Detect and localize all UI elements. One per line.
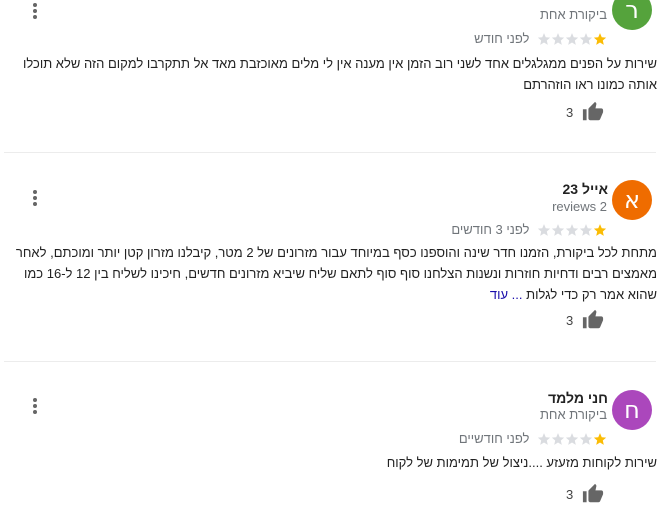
like-button[interactable]: 3 (566, 309, 604, 333)
star-rating (537, 31, 607, 47)
reviewer-name[interactable]: חני מלמד (548, 390, 608, 406)
like-count: 3 (566, 312, 574, 328)
review-text: מתחת לכל ביקורת, הזמנו חדר שינה והוספנו … (5, 242, 657, 305)
star-filled-icon (593, 224, 607, 237)
divider (4, 361, 656, 362)
star-empty-icon (537, 433, 551, 446)
review-date: לפני חודש (474, 31, 530, 47)
star-empty-icon (579, 33, 593, 46)
review-body: שירות לקוחות מזעזע ....ניצול של תמימות ש… (386, 455, 657, 470)
review-date: לפני 3 חודשים (451, 222, 530, 238)
avatar[interactable]: א (612, 180, 652, 220)
star-filled-icon (593, 33, 607, 46)
star-empty-icon (537, 33, 551, 46)
star-empty-icon (565, 33, 579, 46)
like-count: 3 (566, 104, 574, 120)
like-count: 3 (566, 486, 574, 502)
rating-row: לפני חודשיים (459, 430, 607, 446)
reviewer-name[interactable]: אייל 23 (563, 181, 608, 197)
star-empty-icon (579, 433, 593, 446)
more-options-icon[interactable] (30, 2, 40, 20)
divider (4, 152, 656, 153)
thumbs-up-icon (582, 101, 603, 121)
star-rating (537, 222, 607, 238)
thumbs-up-icon (582, 483, 603, 503)
more-options-icon[interactable] (30, 397, 40, 415)
rating-row: לפני 3 חודשים (451, 221, 607, 237)
star-rating (537, 431, 607, 447)
more-options-icon[interactable] (30, 189, 40, 207)
review-text: שירות לקוחות מזעזע ....ניצול של תמימות ש… (5, 452, 657, 473)
star-empty-icon (551, 224, 565, 237)
star-empty-icon (537, 224, 551, 237)
reviewer-meta: ביקורת אחת (539, 7, 607, 22)
review-card: ר ביקורת אחת לפני חודש שירות על הפנים ממ… (0, 0, 663, 150)
star-filled-icon (593, 433, 607, 446)
star-empty-icon (579, 224, 593, 237)
avatar[interactable]: ר (612, 0, 652, 30)
star-empty-icon (565, 224, 579, 237)
review-body: שירות על הפנים ממגלגלים אחד לשני רוב הזמ… (23, 56, 657, 92)
read-more-link[interactable]: ... עוד (490, 287, 523, 302)
star-empty-icon (565, 433, 579, 446)
review-card: א אייל 23 2 reviews לפני 3 חודשים מתחת ל… (0, 170, 663, 350)
rating-row: לפני חודש (474, 30, 607, 46)
avatar[interactable]: ח (612, 390, 652, 430)
review-text: שירות על הפנים ממגלגלים אחד לשני רוב הזמ… (5, 53, 657, 95)
reviewer-meta: 2 reviews (552, 199, 607, 214)
review-body: מתחת לכל ביקורת, הזמנו חדר שינה והוספנו … (15, 245, 657, 302)
reviewer-meta: ביקורת אחת (539, 407, 607, 422)
thumbs-up-icon (582, 309, 603, 329)
like-button[interactable]: 3 (566, 101, 604, 125)
like-button[interactable]: 3 (566, 483, 604, 507)
review-card: ח חני מלמד ביקורת אחת לפני חודשיים שירות… (0, 380, 663, 531)
star-empty-icon (551, 433, 565, 446)
star-empty-icon (551, 33, 565, 46)
review-date: לפני חודשיים (458, 431, 530, 447)
